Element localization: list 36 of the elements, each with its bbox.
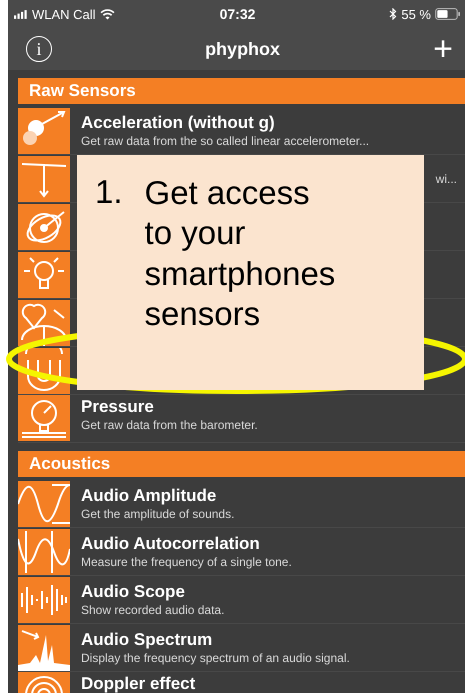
app-title: phyphox [205,38,280,60]
orbit-icon[interactable] [18,204,70,250]
experiment-description: Get raw data from the so called linear accelerometer... [81,134,370,148]
experiment-description: Get the amplitude of sounds. [81,507,236,521]
waveform-icon[interactable] [18,576,70,622]
experiment-title[interactable]: Acceleration (without g) [81,113,465,133]
experiment-title[interactable]: Audio Scope [81,582,465,602]
battery-percent: 55 % [401,6,431,22]
experiment-title[interactable]: Doppler effect [81,674,465,693]
battery-icon [435,8,461,20]
experiment-title[interactable]: Audio Amplitude [81,486,465,506]
experiment-description: Measure the frequency of a single tone. [81,555,293,569]
section-header: Raw Sensors [18,78,465,104]
location-pin-icon[interactable] [18,300,70,346]
wave-icon[interactable] [18,528,70,574]
experiment-title[interactable]: Pressure [81,397,465,417]
wifi-icon [100,8,115,20]
signal-icon [14,10,28,18]
gauge-icon[interactable] [18,395,70,441]
antenna-icon[interactable] [18,156,70,202]
carrier-name: WLAN Call [32,6,96,22]
lightbulb-icon[interactable] [18,252,70,298]
bluetooth-icon [389,8,398,20]
experiment-description: Show recorded audio data. [81,603,226,617]
experiment-title[interactable]: Audio Autocorrelation [81,534,465,554]
list-number: 1. [95,173,123,211]
info-button[interactable]: i [26,36,52,62]
status-time: 07:32 [220,6,256,22]
experiment-title[interactable]: Audio Spectrum [81,630,465,650]
experiment-description: wi... [436,172,458,186]
callout-text: Get access to your smartphones sensors [144,173,336,334]
section-header: Acoustics [18,451,465,477]
sine-wave-icon[interactable] [18,480,70,526]
experiment-description: Get raw data from the barometer. [81,418,259,432]
add-button[interactable]: + [433,32,453,66]
experiment-description: Display the frequency spectrum of an audio signal. [81,651,351,665]
